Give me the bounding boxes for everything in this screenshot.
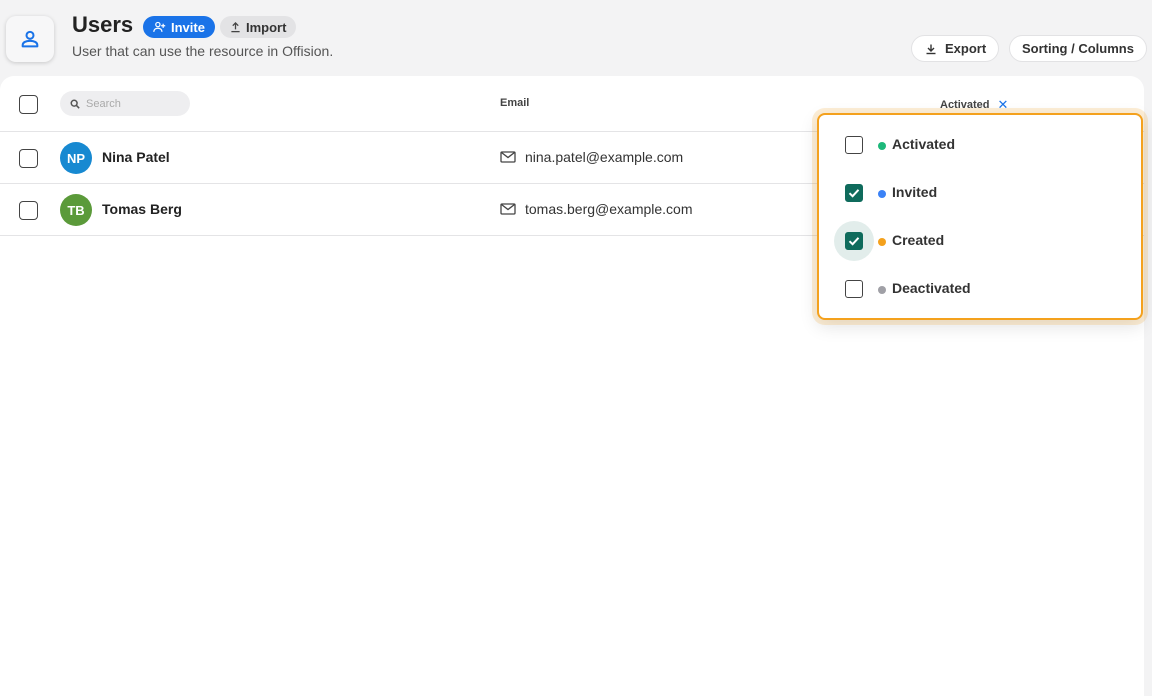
download-icon [926, 44, 936, 54]
add-user-icon [153, 21, 166, 32]
select-all-checkbox[interactable] [19, 95, 38, 114]
column-header-email[interactable]: Email [500, 97, 529, 109]
checkmark-icon [848, 189, 860, 198]
filter-option-label: Created [892, 232, 945, 248]
page-subtitle: User that can use the resource in Offisi… [72, 43, 334, 59]
column-header-status[interactable]: Activated ✕ [940, 97, 1008, 113]
status-dot [878, 190, 886, 198]
mail-icon [500, 203, 516, 215]
status-dot [878, 238, 886, 246]
user-email-text: tomas.berg@example.com [525, 201, 693, 217]
import-button[interactable]: Import [220, 16, 297, 38]
filter-option-activated[interactable]: Activated [819, 122, 1141, 170]
export-label: Export [945, 41, 987, 56]
users-app-icon [6, 16, 54, 62]
upload-icon [231, 21, 240, 32]
row-checkbox[interactable] [19, 201, 38, 220]
avatar: TB [60, 194, 92, 226]
user-email-text: nina.patel@example.com [525, 149, 684, 165]
invite-label: Invite [171, 19, 205, 35]
search-icon [70, 99, 80, 109]
user-icon [21, 30, 39, 48]
status-dot [878, 286, 886, 294]
avatar: NP [60, 142, 92, 174]
filter-option-created[interactable]: Created [819, 218, 1141, 266]
filter-option-invited[interactable]: Invited [819, 170, 1141, 218]
status-filter-dropdown: Activated Invited Created Deactivated [817, 113, 1143, 320]
sorting-columns-label: Sorting / Columns [1022, 41, 1134, 56]
user-email: nina.patel@example.com [500, 149, 683, 165]
row-checkbox[interactable] [19, 149, 38, 168]
import-label: Import [246, 19, 287, 35]
filter-option-label: Invited [892, 184, 938, 200]
invite-button[interactable]: Invite [143, 16, 215, 38]
status-dot [878, 142, 886, 150]
filter-checkbox[interactable] [845, 280, 863, 298]
page-title: Users [72, 12, 134, 37]
filter-checkbox[interactable] [845, 232, 863, 250]
filter-option-label: Deactivated [892, 280, 971, 296]
mail-icon [500, 151, 516, 163]
clear-filter-icon[interactable]: ✕ [998, 97, 1009, 113]
search-input[interactable]: Search [60, 91, 190, 116]
export-button[interactable]: Export [911, 35, 1000, 62]
filter-option-deactivated[interactable]: Deactivated [819, 266, 1141, 314]
filter-checkbox[interactable] [845, 184, 863, 202]
status-filter-label: Activated [940, 99, 990, 111]
checkmark-icon [848, 237, 860, 246]
filter-checkbox[interactable] [845, 136, 863, 154]
search-placeholder: Search [86, 97, 121, 110]
filter-option-label: Activated [892, 136, 956, 152]
user-email: tomas.berg@example.com [500, 201, 693, 217]
user-name: Nina Patel [102, 149, 170, 165]
sorting-columns-button[interactable]: Sorting / Columns [1009, 35, 1147, 62]
user-name: Tomas Berg [102, 201, 182, 217]
